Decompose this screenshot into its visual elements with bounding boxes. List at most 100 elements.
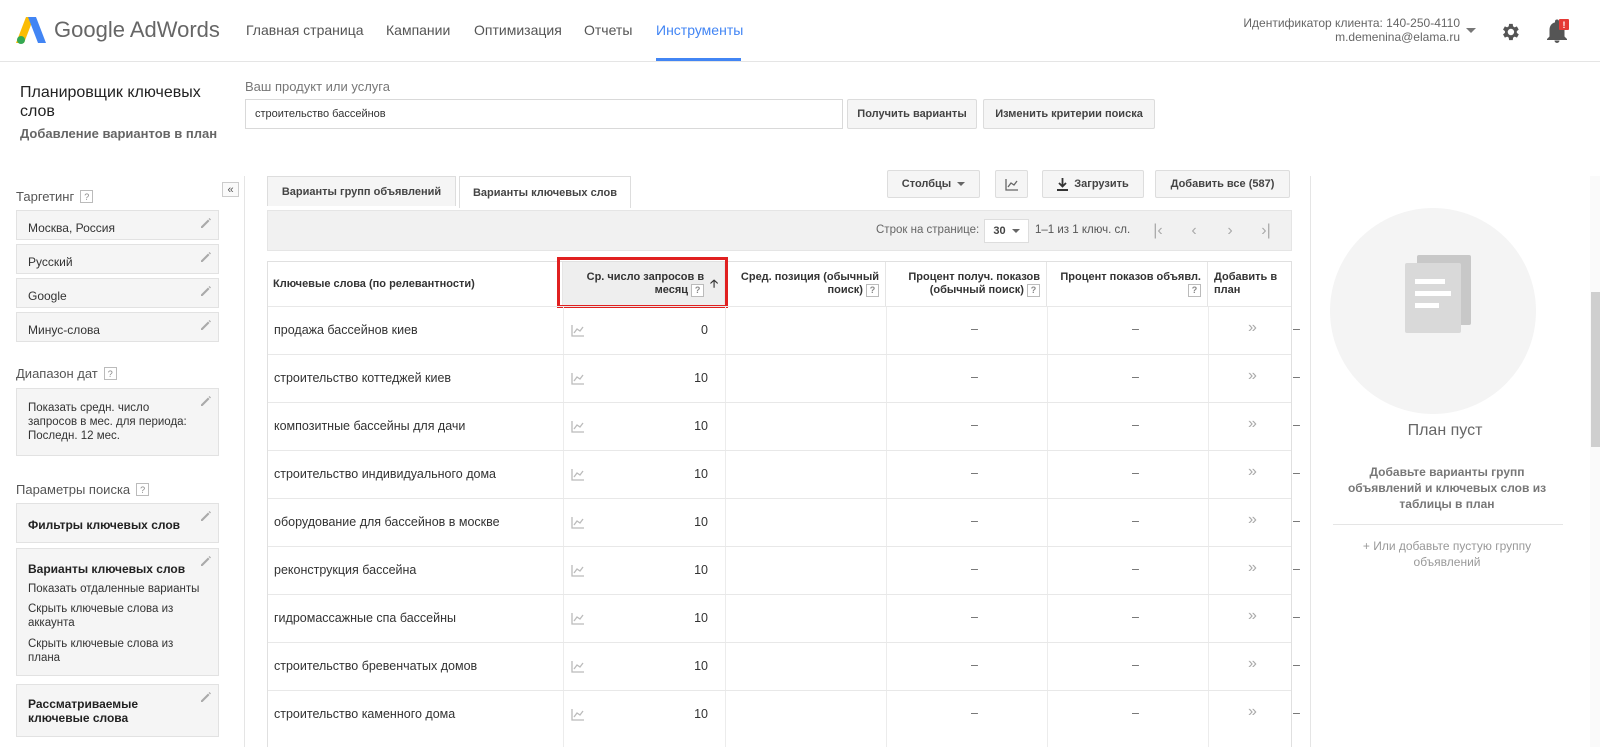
last-page-icon[interactable]: ›| bbox=[1256, 221, 1276, 241]
gear-icon[interactable] bbox=[1499, 21, 1521, 43]
targeting-network-label: Google bbox=[28, 289, 67, 303]
keyword-cell: оборудование для бассейнов в москве bbox=[274, 515, 500, 529]
keyword-filters-card[interactable]: Фильтры ключевых слов bbox=[16, 503, 219, 543]
scrollbar-thumb[interactable] bbox=[1591, 292, 1600, 447]
adwords-logo-icon[interactable] bbox=[16, 15, 46, 45]
add-to-plan-icon[interactable]: » bbox=[1248, 703, 1257, 721]
ad-impression-cell: – bbox=[1293, 658, 1300, 672]
pencil-icon[interactable] bbox=[200, 251, 212, 263]
header-ad-impression-share[interactable]: Процент показов объявл. ? bbox=[1047, 262, 1208, 306]
keyword-variants-title: Варианты ключевых слов bbox=[28, 562, 186, 576]
header-impression-share[interactable]: Процент получ. показов (обычный поиск) ? bbox=[886, 262, 1047, 306]
next-page-icon[interactable]: › bbox=[1220, 221, 1240, 241]
plan-empty-hint: Добавьте варианты групп объявлений и клю… bbox=[1347, 465, 1547, 511]
ad-impression-cell: – bbox=[1293, 418, 1300, 432]
targeting-language[interactable]: Русский bbox=[16, 244, 219, 274]
help-icon[interactable]: ? bbox=[1188, 284, 1201, 297]
pencil-icon[interactable] bbox=[200, 691, 212, 703]
tab-ad-group-ideas[interactable]: Варианты групп объявлений bbox=[267, 176, 456, 206]
pencil-icon[interactable] bbox=[200, 510, 212, 522]
date-range-card[interactable]: Показать средн. число запросов в мес. дл… bbox=[16, 388, 219, 456]
nav-optimization[interactable]: Оптимизация bbox=[474, 22, 562, 38]
account-info[interactable]: Идентификатор клиента: 140-250-4110 m.de… bbox=[1195, 16, 1460, 44]
first-page-icon[interactable]: |‹ bbox=[1148, 221, 1168, 241]
nav-home[interactable]: Главная страница bbox=[246, 22, 364, 38]
chevron-down-icon bbox=[957, 182, 966, 186]
add-all-button[interactable]: Добавить все (587) bbox=[1155, 170, 1290, 198]
avg-searches-cell: 10 bbox=[694, 659, 708, 673]
pencil-icon[interactable] bbox=[200, 217, 212, 229]
help-icon[interactable]: ? bbox=[103, 367, 117, 380]
table-row[interactable]: продажа бассейнов киев 0 – – – » bbox=[268, 306, 1300, 354]
header-avg-monthly-searches[interactable]: Ср. число запросов в месяц ? 🡡 bbox=[563, 262, 725, 306]
targeting-language-label: Русский bbox=[28, 255, 73, 269]
keyword-cell: гидромассажные спа бассейны bbox=[274, 611, 457, 625]
product-input[interactable] bbox=[245, 99, 843, 129]
considered-keywords-card[interactable]: Рассматриваемые ключевые слова bbox=[16, 684, 219, 737]
nav-tools[interactable]: Инструменты bbox=[656, 22, 743, 38]
download-button[interactable]: Загрузить bbox=[1042, 170, 1144, 198]
rows-per-page-select[interactable]: 30 bbox=[984, 219, 1029, 243]
table-row[interactable]: строительство каменного дома 10 – – – » bbox=[268, 690, 1300, 738]
table-row[interactable]: композитные бассейны для дачи 10 – – – » bbox=[268, 402, 1300, 450]
header-avg-position[interactable]: Сред. позиция (обычный поиск) ? bbox=[725, 262, 886, 306]
collapse-panel-button[interactable]: « bbox=[222, 182, 239, 197]
help-icon[interactable]: ? bbox=[80, 190, 94, 203]
header-impr-share-line1: Процент получ. показов bbox=[908, 271, 1040, 283]
bell-icon[interactable]: ! bbox=[1545, 19, 1569, 45]
client-id-text: Идентификатор клиента: 140-250-4110 bbox=[1243, 16, 1460, 30]
add-empty-ad-group-link[interactable]: + Или добавьте пустую группу объявлений bbox=[1334, 538, 1560, 570]
add-to-plan-icon[interactable]: » bbox=[1248, 559, 1257, 577]
columns-button[interactable]: Столбцы bbox=[887, 170, 980, 198]
add-to-plan-icon[interactable]: » bbox=[1248, 319, 1257, 337]
avg-position-cell: – bbox=[971, 322, 978, 336]
keyword-variants-option: Показать отдаленные варианты bbox=[28, 583, 200, 595]
targeting-location-label: Москва, Россия bbox=[28, 221, 115, 235]
impression-share-cell: – bbox=[1132, 466, 1139, 480]
impression-share-cell: – bbox=[1132, 610, 1139, 624]
help-icon[interactable]: ? bbox=[136, 483, 150, 496]
help-icon[interactable]: ? bbox=[691, 284, 705, 297]
help-icon[interactable]: ? bbox=[1027, 284, 1040, 297]
app-logo-text[interactable]: Google AdWords bbox=[54, 17, 220, 43]
download-icon bbox=[1057, 177, 1069, 191]
targeting-network[interactable]: Google bbox=[16, 278, 219, 308]
account-dropdown-icon[interactable] bbox=[1466, 28, 1476, 33]
keyword-filters-label: Фильтры ключевых слов bbox=[28, 518, 181, 532]
header-add-to-plan: Добавить в план bbox=[1208, 262, 1291, 306]
table-row[interactable]: оборудование для бассейнов в москве 10 – – –… bbox=[268, 498, 1300, 546]
add-to-plan-icon[interactable]: » bbox=[1248, 655, 1257, 673]
table-row[interactable]: строительство бревенчатых домов 10 – – – » bbox=[268, 642, 1300, 690]
header-keyword[interactable]: Ключевые слова (по релевантности) bbox=[268, 262, 563, 306]
targeting-location[interactable]: Москва, Россия bbox=[16, 210, 219, 240]
nav-campaigns[interactable]: Кампании bbox=[386, 22, 450, 38]
table-row[interactable]: строительство индивидуального дома 10 – – – » bbox=[268, 450, 1300, 498]
add-to-plan-icon[interactable]: » bbox=[1248, 463, 1257, 481]
scrollbar[interactable] bbox=[1590, 176, 1600, 747]
add-to-plan-icon[interactable]: » bbox=[1248, 415, 1257, 433]
pencil-icon[interactable] bbox=[200, 555, 212, 567]
add-to-plan-icon[interactable]: » bbox=[1248, 367, 1257, 385]
avg-position-cell: – bbox=[971, 706, 978, 720]
search-params-title: Параметры поиска ? bbox=[16, 482, 150, 497]
ad-impression-cell: – bbox=[1293, 514, 1300, 528]
targeting-negative-keywords[interactable]: Минус-слова bbox=[16, 312, 219, 342]
tab-keyword-ideas[interactable]: Варианты ключевых слов bbox=[459, 176, 631, 208]
pencil-icon[interactable] bbox=[200, 285, 212, 297]
change-criteria-button[interactable]: Изменить критерии поиска bbox=[983, 99, 1155, 129]
get-variants-button[interactable]: Получить варианты bbox=[847, 99, 977, 129]
add-to-plan-icon[interactable]: » bbox=[1248, 511, 1257, 529]
help-icon[interactable]: ? bbox=[866, 284, 879, 297]
nav-reports[interactable]: Отчеты bbox=[584, 22, 632, 38]
table-row[interactable]: строительство коттеджей киев 10 – – – » bbox=[268, 354, 1300, 402]
keyword-variants-card[interactable]: Варианты ключевых слов Показать отдаленн… bbox=[16, 548, 219, 676]
prev-page-icon[interactable]: ‹ bbox=[1184, 221, 1204, 241]
pencil-icon[interactable] bbox=[200, 319, 212, 331]
add-to-plan-icon[interactable]: » bbox=[1248, 607, 1257, 625]
pencil-icon[interactable] bbox=[200, 395, 212, 407]
table-row[interactable]: реконструкция бассейна 10 – – – » bbox=[268, 546, 1300, 594]
chart-toggle-button[interactable] bbox=[995, 170, 1028, 198]
keyword-variants-option: Скрыть ключевые слова из плана bbox=[28, 638, 174, 664]
divider bbox=[1333, 524, 1563, 525]
table-row[interactable]: гидромассажные спа бассейны 10 – – – » bbox=[268, 594, 1300, 642]
